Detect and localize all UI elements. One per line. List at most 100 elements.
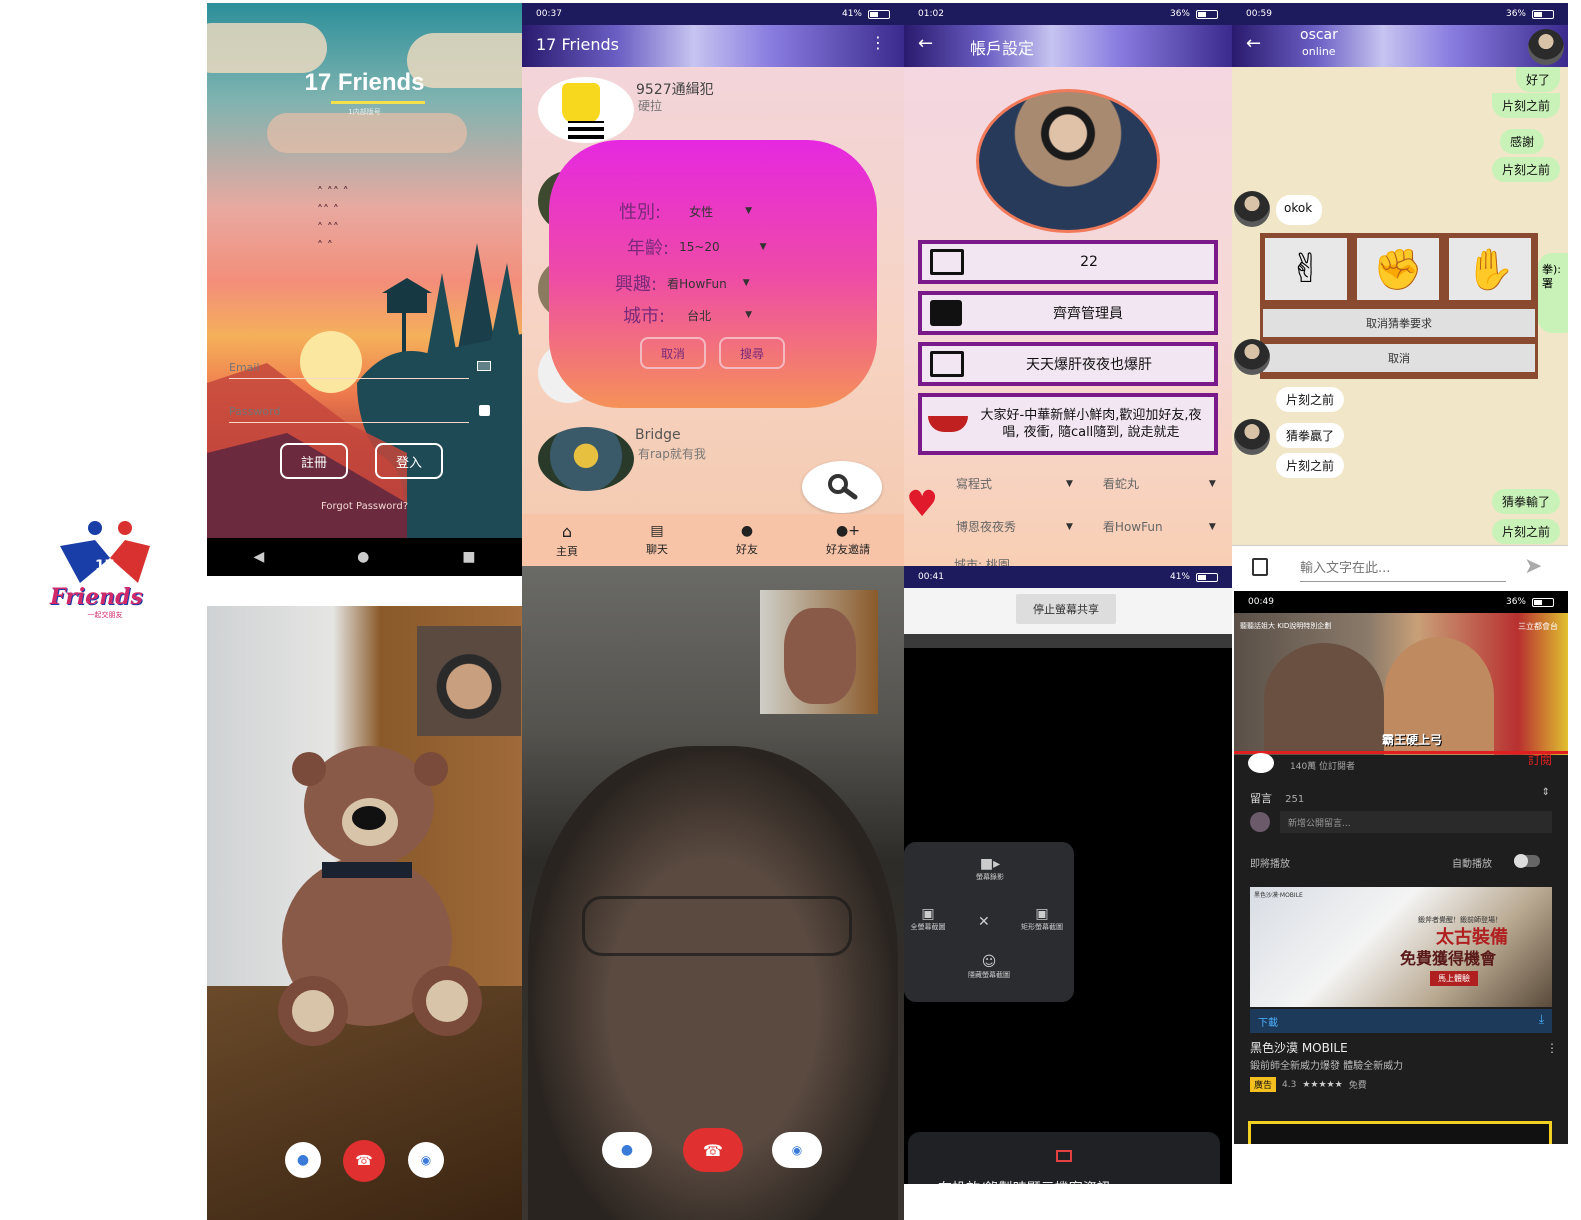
glasses-shape	[582, 896, 852, 956]
tab-chat[interactable]: ▤ 聊天	[646, 523, 668, 557]
rps-paper-button[interactable]: ✋	[1447, 236, 1533, 302]
search-filter-dialog: 性別: 女性 ▼ 年齡: 15~20 ▼ 興趣: 看HowFun ▼ 城市: 台…	[549, 140, 877, 408]
video-player[interactable]: 聽聽話姐大 KID說明特別企劃 三立都會台 霸王硬上弓	[1234, 613, 1568, 755]
logo-tagline: 一起交朋友	[87, 611, 123, 619]
autoplay-label: 自動播放	[1452, 859, 1492, 870]
search-fab[interactable]	[802, 461, 882, 513]
stop-screen-share-button[interactable]: 停止螢幕共享	[1016, 594, 1116, 624]
autoplay-toggle[interactable]	[1514, 854, 1540, 868]
message-time: 片刻之前	[1491, 93, 1560, 118]
forgot-password-link[interactable]: Forgot Password?	[207, 501, 522, 512]
battery-icon	[868, 9, 890, 19]
tab-friends[interactable]: ● 好友	[736, 523, 758, 557]
send-icon[interactable]: ➤	[1524, 554, 1542, 579]
dialog-cancel-button[interactable]: 取消	[640, 337, 706, 369]
rps-cancel-button[interactable]: 取消	[1263, 344, 1535, 372]
login-screen: ˄ ˄˄ ˄˄˄ ˄ ˄ ˄˄˄ ˄ 17 Friends 1内部版号 註冊 登…	[207, 3, 522, 541]
recents-icon[interactable]: ■	[462, 549, 475, 565]
self-view-pip[interactable]	[417, 626, 521, 736]
profile-photo[interactable]	[976, 89, 1160, 233]
contact-avatar[interactable]	[1234, 419, 1270, 455]
interest-select-3[interactable]: 博恩夜夜秀	[956, 518, 1056, 535]
register-button[interactable]: 註冊	[280, 443, 348, 479]
channel-avatar[interactable]	[1248, 753, 1274, 773]
tab-home[interactable]: ⌂ 主頁	[556, 522, 578, 559]
city-select[interactable]: 台北	[687, 307, 711, 324]
expand-icon[interactable]: ⇕	[1542, 787, 1550, 798]
full-screenshot-option[interactable]: ▣ 全螢幕截圖	[904, 906, 952, 932]
login-button[interactable]: 登入	[375, 443, 443, 479]
progress-bar[interactable]	[1234, 751, 1568, 754]
mic-button[interactable]: ●	[602, 1132, 652, 1168]
download-bar[interactable]: 下載 ⤓	[1250, 1009, 1552, 1033]
cancel-rps-request-button[interactable]: 取消猜拳要求	[1263, 309, 1535, 337]
gender-select[interactable]: 女性	[689, 203, 713, 220]
password-field[interactable]	[229, 401, 469, 423]
screenshot-menu: ■▸ 螢幕錄影 ▣ 全螢幕截圖 ✕ ▣ 矩形螢幕截圖 ☺ 隱藏螢幕截圖	[904, 842, 1074, 1002]
screen-record-option[interactable]: ■▸ 螢幕錄影	[960, 856, 1020, 882]
close-icon[interactable]: ✕	[978, 914, 990, 930]
tab-friends-label: 好友	[736, 543, 758, 556]
name-row[interactable]: 齊齊管理員	[918, 291, 1218, 335]
interest-select[interactable]: 看HowFun	[667, 275, 727, 292]
chevron-down-icon[interactable]: ▼	[745, 310, 752, 320]
chevron-down-icon[interactable]: ▼	[1066, 522, 1073, 532]
interest-select-2[interactable]: 看蛇丸	[1103, 475, 1199, 492]
message-input[interactable]	[1300, 556, 1506, 582]
intro-row[interactable]: 大家好-中華新鮮小鮮肉,歡迎加好友,夜唱, 夜衝, 隨call隨到, 說走就走	[918, 393, 1218, 455]
smiley-icon: ☺	[981, 954, 997, 970]
mic-button[interactable]: ●	[285, 1142, 321, 1178]
switch-camera-button[interactable]: ◉	[408, 1142, 444, 1178]
interest-select-4[interactable]: 看HowFun	[1103, 518, 1199, 535]
comments-label: 留言	[1250, 792, 1272, 805]
region-screenshot-option[interactable]: ▣ 矩形螢幕截圖	[1012, 906, 1072, 932]
overflow-menu-icon[interactable]: ⋮	[870, 33, 886, 52]
next-video-thumbnail[interactable]	[1248, 1121, 1552, 1144]
ad-banner[interactable]: 黑色沙漠·MOBILE 鍛斧者覺醒！鍛前師登場！ 太古裝備 免費獲得機會 馬上體…	[1250, 887, 1552, 1007]
comments-header[interactable]: 留言 251 ⇕	[1250, 787, 1550, 806]
more-icon[interactable]: ⋮	[1546, 1041, 1558, 1055]
app-bar: 17 Friends ⋮	[522, 25, 904, 67]
contact-avatar[interactable]	[1234, 339, 1270, 375]
end-call-button[interactable]: ☎	[683, 1128, 743, 1172]
hide-screenshot-option[interactable]: ☺ 隱藏螢幕截圖	[954, 954, 1024, 980]
option-label: 全螢幕截圖	[910, 923, 946, 931]
rps-rock-button[interactable]: ✊	[1355, 236, 1441, 302]
chevron-down-icon[interactable]: ▼	[1209, 479, 1216, 489]
heart-icon[interactable]: ♥	[906, 487, 938, 523]
switch-camera-button[interactable]: ◉	[772, 1132, 822, 1168]
age-row[interactable]: 22	[918, 240, 1218, 284]
email-field[interactable]	[229, 357, 469, 379]
end-call-button[interactable]: ☎	[343, 1140, 385, 1182]
interest-select-1[interactable]: 寫程式	[956, 475, 1056, 492]
dialog-search-button[interactable]: 搜尋	[719, 337, 785, 369]
user-avatar[interactable]	[538, 77, 634, 143]
back-arrow-icon[interactable]: ←	[1246, 33, 1261, 54]
contact-avatar[interactable]	[1234, 191, 1270, 227]
smile-icon	[928, 416, 968, 432]
tab-friend-requests[interactable]: ●+ 好友邀請	[826, 523, 870, 557]
rps-scissors-button[interactable]: ✌	[1263, 236, 1349, 302]
ad-cta[interactable]: 馬上體驗	[1430, 971, 1478, 986]
chevron-down-icon[interactable]: ▼	[743, 278, 750, 288]
contact-avatar[interactable]	[1528, 29, 1564, 65]
chevron-down-icon[interactable]: ▼	[1209, 522, 1216, 532]
motto-row[interactable]: 天天爆肝夜夜也爆肝	[918, 342, 1218, 386]
status-time: 00:41	[918, 572, 944, 582]
option-label: 矩形螢幕截圖	[1021, 923, 1063, 931]
chevron-down-icon[interactable]: ▼	[760, 242, 767, 252]
youtube-screen: 00:49 36% 聽聽話姐大 KID說明特別企劃 三立都會台 霸王硬上弓 14…	[1234, 591, 1568, 1144]
back-arrow-icon[interactable]: ←	[918, 33, 933, 54]
home-icon[interactable]: ●	[357, 549, 369, 565]
age-select[interactable]: 15~20	[679, 240, 720, 254]
back-icon[interactable]: ◀	[253, 549, 264, 565]
subscribe-button[interactable]: 訂閱	[1528, 751, 1552, 768]
chevron-down-icon[interactable]: ▼	[1066, 479, 1073, 489]
lock-icon	[479, 405, 490, 416]
self-view-pip[interactable]	[760, 590, 878, 714]
attach-icon[interactable]	[1252, 558, 1268, 576]
login-subtitle: 1内部版号	[348, 108, 381, 116]
chevron-down-icon[interactable]: ▼	[745, 206, 752, 216]
comment-input[interactable]: 新增公開留言...	[1280, 811, 1552, 833]
user-avatar[interactable]	[538, 427, 634, 491]
